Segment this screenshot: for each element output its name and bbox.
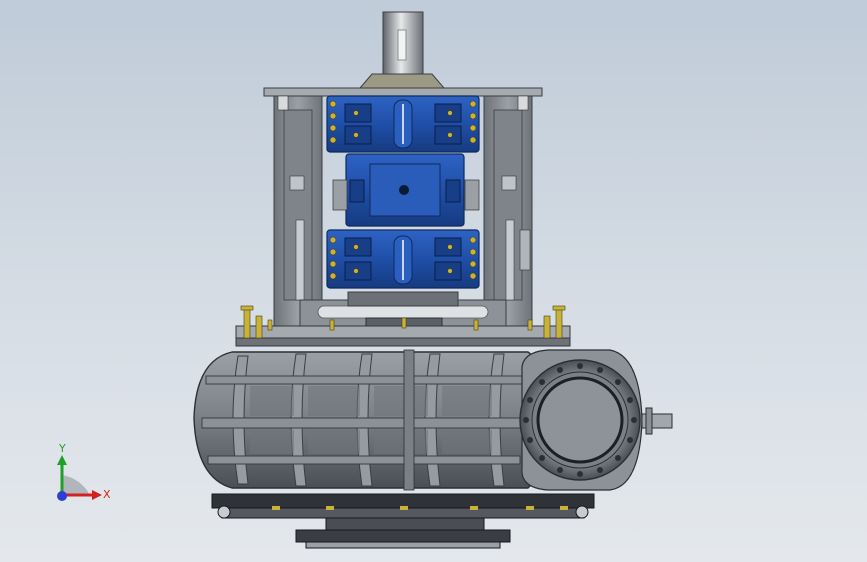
upper-bearing-housing[interactable] [326, 95, 480, 153]
z-axis-origin-icon [57, 491, 67, 501]
drive-shaft[interactable] [358, 11, 446, 89]
lower-bearing-housing[interactable] [326, 229, 480, 289]
axis-triad: Y X [40, 438, 120, 514]
top-mounting-plate[interactable] [235, 325, 571, 347]
triad-plane-icon [62, 475, 90, 495]
base-plate[interactable] [211, 493, 595, 549]
x-axis-label: X [103, 488, 111, 501]
middle-bearing-housing[interactable] [332, 153, 480, 227]
pump-casing[interactable] [193, 349, 549, 491]
y-axis-label: Y [59, 442, 66, 455]
x-axis-arrow-icon [92, 490, 102, 500]
pump-assembly-model[interactable] [0, 0, 867, 562]
cad-viewport[interactable]: Y X [0, 0, 867, 562]
side-nozzle[interactable] [641, 407, 673, 435]
discharge-flange[interactable] [519, 349, 643, 491]
y-axis-arrow-icon [57, 455, 67, 465]
